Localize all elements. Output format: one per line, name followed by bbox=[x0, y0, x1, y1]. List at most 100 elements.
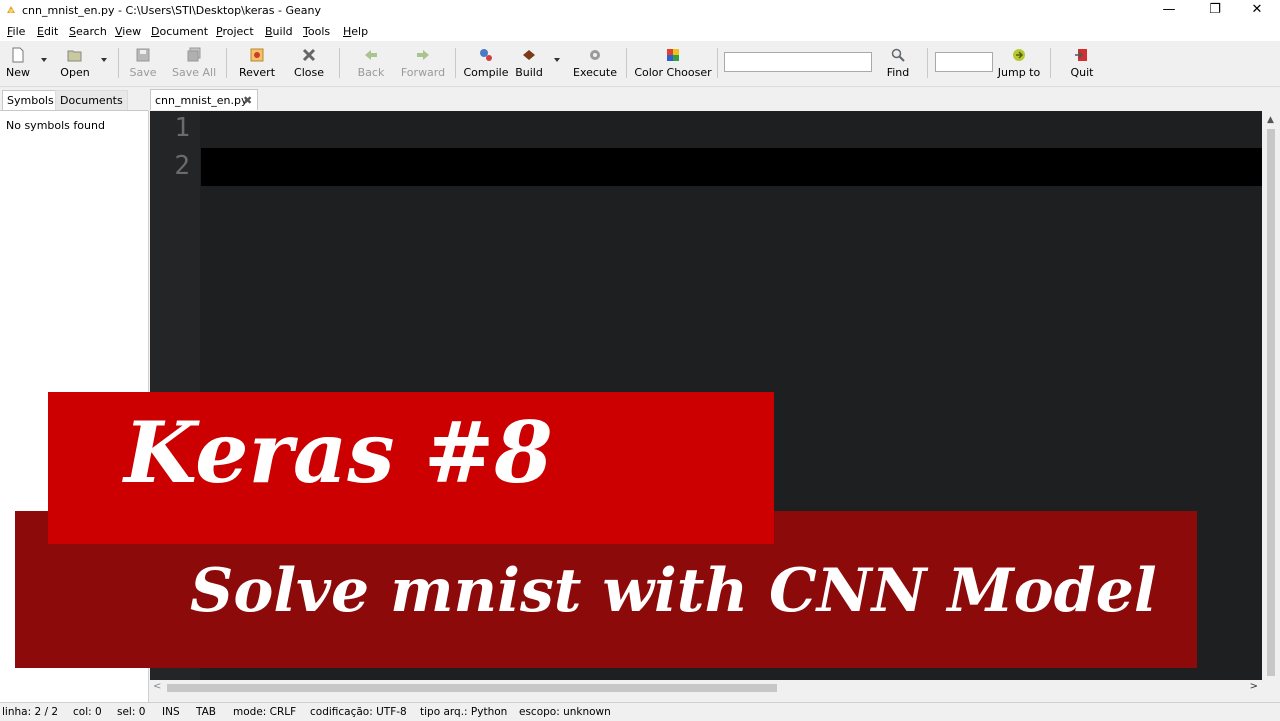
close-file-button[interactable]: Close bbox=[291, 45, 327, 83]
back-button[interactable]: Back bbox=[356, 45, 386, 83]
quit-button[interactable]: Quit bbox=[1066, 45, 1098, 83]
execute-label: Execute bbox=[573, 66, 617, 79]
banner-subtitle: Solve mnist with CNN Model bbox=[190, 556, 1157, 626]
horizontal-scrollbar[interactable]: < > bbox=[150, 680, 1262, 696]
close-window-button[interactable]: ✕ bbox=[1234, 0, 1280, 22]
toolbar-separator bbox=[626, 48, 627, 78]
save-all-button[interactable]: Save All bbox=[172, 45, 216, 83]
save-button[interactable]: Save bbox=[126, 45, 160, 83]
toolbar-separator bbox=[339, 48, 340, 78]
compile-label: Compile bbox=[463, 66, 509, 79]
toolbar-separator bbox=[927, 48, 928, 78]
jump-to-label: Jump to bbox=[997, 66, 1041, 79]
menu-build[interactable]: Build bbox=[265, 25, 293, 38]
scroll-right-icon[interactable]: > bbox=[1250, 681, 1258, 692]
forward-arrow-icon bbox=[417, 50, 429, 60]
minimize-button[interactable]: — bbox=[1146, 0, 1192, 22]
save-label: Save bbox=[129, 66, 157, 79]
color-palette-icon bbox=[667, 49, 679, 61]
toolbar: New Open Save Save All Revert Close Back… bbox=[0, 41, 1280, 87]
scroll-left-icon[interactable]: < bbox=[153, 681, 161, 692]
forward-button[interactable]: Forward bbox=[400, 45, 446, 83]
window-title: cnn_mnist_en.py - C:\Users\STI\Desktop\k… bbox=[22, 4, 322, 17]
search-input[interactable] bbox=[724, 52, 872, 72]
status-tab: TAB bbox=[196, 706, 216, 718]
jump-to-button[interactable]: Jump to bbox=[996, 45, 1042, 83]
menu-project[interactable]: Project bbox=[216, 25, 254, 38]
toolbar-separator bbox=[717, 48, 718, 78]
maximize-button[interactable]: ❐ bbox=[1192, 0, 1238, 22]
document-tab-name: cnn_mnist_en.py bbox=[155, 94, 248, 107]
status-mode: mode: CRLF bbox=[233, 706, 297, 718]
menu-file[interactable]: File bbox=[7, 25, 25, 38]
toolbar-separator bbox=[226, 48, 227, 78]
new-button[interactable]: New bbox=[2, 45, 34, 83]
build-button[interactable]: Build bbox=[512, 45, 546, 83]
open-dropdown-arrow[interactable] bbox=[101, 58, 107, 62]
find-button[interactable]: Find bbox=[880, 45, 916, 83]
color-chooser-label: Color Chooser bbox=[634, 66, 712, 79]
menu-search[interactable]: Search bbox=[69, 25, 107, 38]
line-number: 2 bbox=[174, 151, 190, 181]
banner-title: Keras #8 bbox=[124, 403, 553, 502]
no-symbols-text: No symbols found bbox=[6, 119, 105, 132]
menu-edit[interactable]: Edit bbox=[37, 25, 58, 38]
current-line-highlight bbox=[201, 148, 1262, 186]
back-arrow-icon bbox=[365, 50, 377, 60]
execute-gear-icon bbox=[590, 50, 600, 60]
tab-symbols[interactable]: Symbols bbox=[2, 90, 59, 110]
toolbar-separator bbox=[455, 48, 456, 78]
close-x-icon bbox=[302, 48, 316, 62]
menu-bar: File Edit Search View Document Project B… bbox=[0, 22, 1280, 41]
new-dropdown-arrow[interactable] bbox=[41, 58, 47, 62]
build-brick-icon bbox=[523, 50, 535, 60]
quit-label: Quit bbox=[1070, 66, 1094, 79]
save-all-label: Save All bbox=[172, 66, 217, 79]
toolbar-separator bbox=[118, 48, 119, 78]
revert-label: Revert bbox=[238, 66, 276, 79]
revert-icon bbox=[250, 48, 264, 62]
status-bar: linha: 2 / 2 col: 0 sel: 0 INS TAB mode:… bbox=[0, 702, 1280, 721]
jump-to-line-input[interactable] bbox=[935, 52, 993, 72]
scroll-up-icon[interactable]: ▲ bbox=[1267, 115, 1274, 125]
title-bar: cnn_mnist_en.py - C:\Users\STI\Desktop\k… bbox=[0, 0, 1280, 22]
color-chooser-button[interactable]: Color Chooser bbox=[634, 45, 712, 83]
status-ins: INS bbox=[162, 706, 180, 718]
new-file-icon bbox=[12, 47, 24, 63]
geany-app-icon bbox=[7, 6, 15, 13]
menu-help[interactable]: Help bbox=[343, 25, 368, 38]
open-folder-icon bbox=[67, 50, 82, 62]
find-label: Find bbox=[886, 66, 910, 79]
status-encoding: codificação: UTF-8 bbox=[310, 706, 407, 718]
document-tab[interactable]: cnn_mnist_en.py ✖ bbox=[150, 89, 258, 110]
compile-button[interactable]: Compile bbox=[462, 45, 510, 83]
menu-view[interactable]: View bbox=[115, 25, 141, 38]
vertical-scroll-thumb[interactable] bbox=[1267, 129, 1275, 676]
find-magnifier-icon bbox=[891, 48, 905, 62]
save-disk-icon bbox=[136, 48, 150, 62]
menu-document[interactable]: Document bbox=[151, 25, 208, 38]
build-label: Build bbox=[515, 66, 543, 79]
document-tab-bar: cnn_mnist_en.py ✖ bbox=[148, 88, 1280, 110]
open-label: Open bbox=[60, 66, 90, 79]
menu-tools[interactable]: Tools bbox=[303, 25, 330, 38]
status-filetype: tipo arq.: Python bbox=[420, 706, 508, 718]
save-all-icon bbox=[187, 47, 201, 62]
horizontal-scroll-thumb[interactable] bbox=[167, 684, 777, 692]
forward-label: Forward bbox=[400, 66, 446, 79]
close-tab-icon[interactable]: ✖ bbox=[243, 94, 252, 107]
build-dropdown-arrow[interactable] bbox=[554, 58, 560, 62]
tab-documents[interactable]: Documents bbox=[55, 90, 128, 110]
close-label: Close bbox=[294, 66, 324, 79]
revert-button[interactable]: Revert bbox=[238, 45, 276, 83]
new-label: New bbox=[6, 66, 30, 79]
quit-exit-icon bbox=[1075, 49, 1087, 61]
open-button[interactable]: Open bbox=[56, 45, 94, 83]
line-number: 1 bbox=[174, 113, 190, 143]
status-scope: escopo: unknown bbox=[519, 706, 611, 718]
vertical-scrollbar[interactable]: ▲ bbox=[1262, 111, 1280, 680]
compile-icon bbox=[480, 49, 492, 61]
execute-button[interactable]: Execute bbox=[572, 45, 618, 83]
status-line: linha: 2 / 2 bbox=[2, 706, 59, 718]
back-label: Back bbox=[357, 66, 385, 79]
